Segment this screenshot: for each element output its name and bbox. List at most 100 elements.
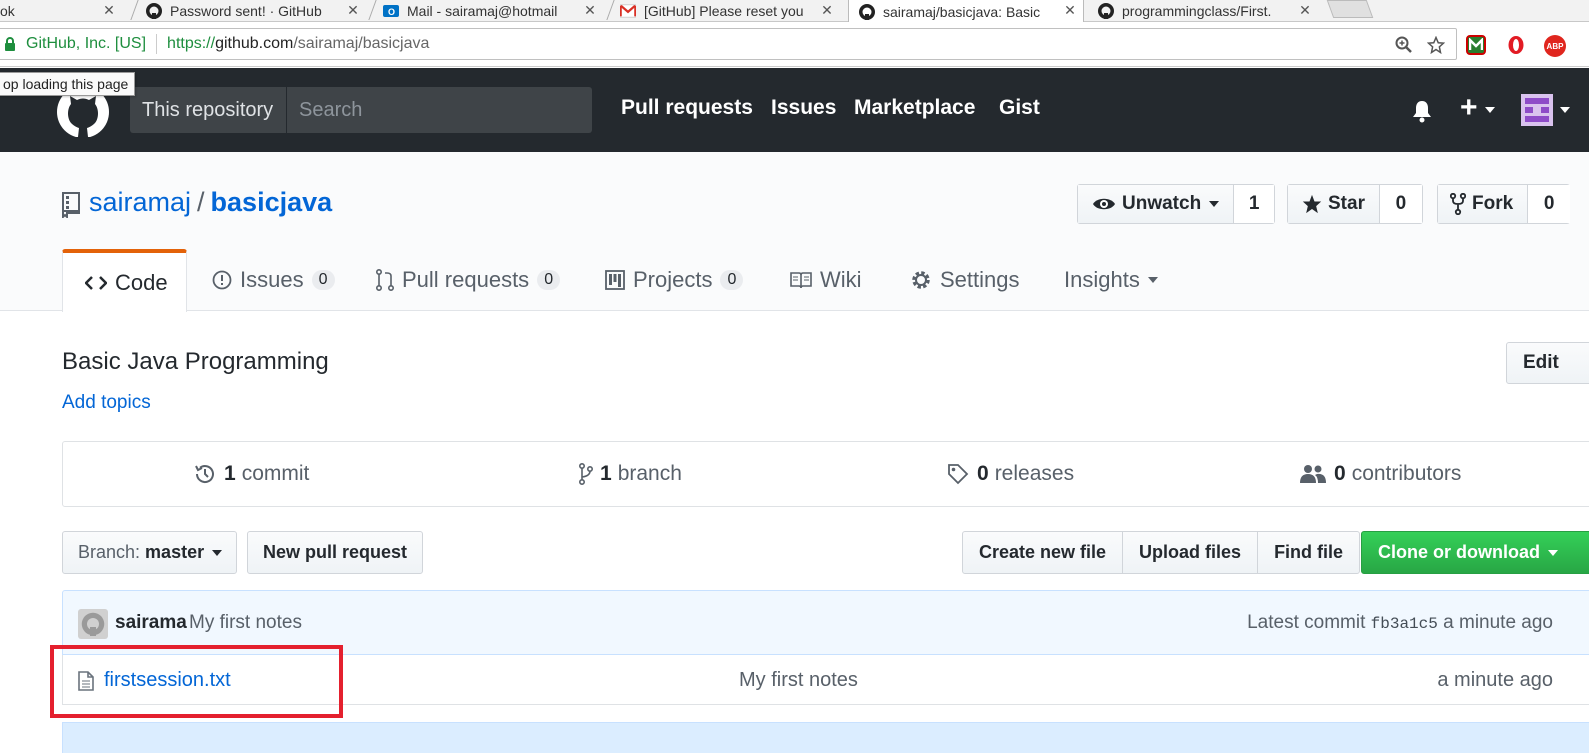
nav-marketplace[interactable]: Marketplace bbox=[854, 96, 975, 120]
eye-icon bbox=[1092, 196, 1116, 212]
github-icon bbox=[1098, 3, 1114, 19]
tab-issues-label: Issues bbox=[240, 267, 304, 292]
commit-sha-link[interactable]: fb3a1c5 bbox=[1371, 615, 1438, 633]
add-topics-link[interactable]: Add topics bbox=[62, 392, 151, 414]
bookmark-star-icon[interactable] bbox=[1427, 36, 1445, 54]
tab-insights[interactable]: Insights bbox=[1064, 249, 1158, 311]
fork-button-group: Fork 0 bbox=[1437, 184, 1571, 224]
tab-wiki-label: Wiki bbox=[820, 267, 862, 292]
tab-projects[interactable]: Projects 0 bbox=[605, 249, 744, 311]
commits-summary[interactable]: 1 commit bbox=[194, 462, 309, 486]
status-tooltip: op loading this page bbox=[0, 72, 136, 96]
issues-counter: 0 bbox=[311, 270, 335, 290]
commit-message[interactable]: My first notes bbox=[189, 612, 302, 634]
file-name-link[interactable]: firstsession.txt bbox=[104, 669, 231, 692]
tab-insights-label: Insights bbox=[1064, 267, 1140, 292]
search-input[interactable]: Search bbox=[286, 87, 592, 133]
contributors-summary[interactable]: 0 contributors bbox=[1300, 462, 1461, 486]
new-pull-request-button[interactable]: New pull request bbox=[247, 531, 423, 574]
opera-icon[interactable] bbox=[1506, 35, 1526, 55]
close-icon[interactable]: ✕ bbox=[1063, 2, 1077, 19]
edit-button[interactable]: Edit bbox=[1506, 342, 1589, 384]
readme-prompt-bar bbox=[62, 722, 1589, 753]
commit-author[interactable]: sairama bbox=[115, 612, 187, 634]
avatar[interactable] bbox=[1521, 94, 1553, 126]
browser-tab[interactable]: programmingclass/First. ✕ bbox=[1098, 0, 1312, 22]
star-button-group: Star 0 bbox=[1287, 184, 1423, 224]
clone-label: Clone or download bbox=[1378, 542, 1540, 562]
avatar[interactable] bbox=[78, 609, 108, 639]
repo-name-link[interactable]: basicjava bbox=[211, 187, 333, 217]
bell-icon[interactable] bbox=[1410, 99, 1434, 128]
search-scope-label[interactable]: This repository bbox=[130, 87, 286, 133]
address-bar[interactable]: GitHub, Inc. [US] https://github.com/sai… bbox=[0, 28, 1457, 60]
browser-tab-strip: ok ✕ Password sent! · GitHub ✕ O Mail - … bbox=[0, 0, 1589, 23]
upload-files-button[interactable]: Upload files bbox=[1123, 532, 1259, 573]
nav-gist[interactable]: Gist bbox=[999, 96, 1040, 120]
repo-description: Basic Java Programming bbox=[62, 348, 329, 375]
chevron-down-icon[interactable] bbox=[1560, 107, 1570, 113]
tab-wiki[interactable]: Wiki bbox=[790, 249, 862, 311]
fork-button[interactable]: Fork bbox=[1438, 185, 1529, 223]
chevron-down-icon bbox=[1147, 277, 1158, 283]
unwatch-label: Unwatch bbox=[1122, 193, 1202, 214]
adblock-plus-icon[interactable]: ABP bbox=[1544, 35, 1566, 57]
close-icon[interactable]: ✕ bbox=[102, 2, 116, 19]
repo-header: sairamaj / basicjava Unwatch 1 Star 0 Fork… bbox=[0, 152, 1589, 312]
tab-pull-requests[interactable]: Pull requests 0 bbox=[376, 249, 561, 311]
tab-divider bbox=[368, 0, 377, 20]
repo-title: sairamaj / basicjava bbox=[89, 187, 332, 218]
latest-commit-info: Latest commit fb3a1c5 a minute ago bbox=[1247, 612, 1553, 634]
chevron-down-icon bbox=[1209, 201, 1220, 207]
stars-count[interactable]: 0 bbox=[1379, 185, 1422, 223]
repo-summary-bar: 1 commit 1 branch 0 releases 0 contribut… bbox=[62, 441, 1589, 507]
branch-select-button[interactable]: Branch: master bbox=[62, 531, 237, 574]
create-new-file-button[interactable]: Create new file bbox=[963, 532, 1124, 573]
close-icon[interactable]: ✕ bbox=[346, 2, 360, 19]
star-button[interactable]: Star bbox=[1288, 185, 1380, 223]
forks-count[interactable]: 0 bbox=[1528, 185, 1571, 223]
outlook-icon: O bbox=[383, 3, 399, 19]
clone-or-download-button[interactable]: Clone or download bbox=[1361, 531, 1589, 574]
browser-tab[interactable]: Password sent! · GitHub ✕ bbox=[146, 0, 360, 22]
tab-issues[interactable]: Issues 0 bbox=[212, 249, 335, 311]
close-icon[interactable]: ✕ bbox=[583, 2, 597, 19]
watch-button-group: Unwatch 1 bbox=[1077, 184, 1276, 224]
branches-label: branch bbox=[617, 462, 682, 485]
find-file-button[interactable]: Find file bbox=[1258, 532, 1359, 573]
branches-summary[interactable]: 1 branch bbox=[578, 462, 682, 486]
gear-icon bbox=[910, 269, 940, 291]
nav-pull-requests[interactable]: Pull requests bbox=[621, 96, 753, 120]
zoom-icon[interactable] bbox=[1395, 36, 1413, 54]
plus-icon[interactable]: + bbox=[1460, 93, 1478, 123]
tag-icon bbox=[947, 463, 969, 485]
browser-tab[interactable]: ok ✕ bbox=[0, 0, 120, 22]
chevron-down-icon[interactable] bbox=[1485, 107, 1495, 113]
tab-code[interactable]: Code bbox=[62, 249, 187, 312]
project-icon bbox=[605, 270, 633, 290]
svg-text:O: O bbox=[388, 7, 395, 17]
history-icon bbox=[194, 463, 216, 485]
tab-divider bbox=[130, 0, 139, 20]
close-icon[interactable]: ✕ bbox=[820, 2, 834, 19]
url-host: github.com bbox=[215, 35, 294, 52]
lock-icon bbox=[4, 37, 16, 51]
repo-owner-link[interactable]: sairamaj bbox=[89, 187, 191, 217]
security-label[interactable]: GitHub, Inc. [US] bbox=[26, 35, 146, 53]
tab-settings[interactable]: Settings bbox=[910, 249, 1020, 311]
nav-issues[interactable]: Issues bbox=[771, 96, 836, 120]
watchers-count[interactable]: 1 bbox=[1234, 185, 1275, 223]
releases-summary[interactable]: 0 releases bbox=[947, 462, 1074, 486]
gmail-icon bbox=[620, 3, 636, 19]
file-commit-message[interactable]: My first notes bbox=[739, 669, 858, 692]
repo-icon bbox=[61, 192, 81, 223]
browser-tab[interactable]: [GitHub] Please reset you ✕ bbox=[620, 0, 834, 22]
mcafee-icon[interactable] bbox=[1466, 35, 1486, 55]
close-icon[interactable]: ✕ bbox=[1298, 2, 1312, 19]
tab-title: Mail - sairamaj@hotmail bbox=[407, 3, 558, 19]
unwatch-button[interactable]: Unwatch bbox=[1078, 185, 1235, 223]
browser-tab-active[interactable]: sairamaj/basicjava: Basic ✕ bbox=[848, 0, 1084, 23]
browser-tab[interactable]: O Mail - sairamaj@hotmail ✕ bbox=[383, 0, 597, 22]
chevron-down-icon bbox=[212, 549, 223, 556]
new-tab-button[interactable] bbox=[1326, 0, 1374, 18]
